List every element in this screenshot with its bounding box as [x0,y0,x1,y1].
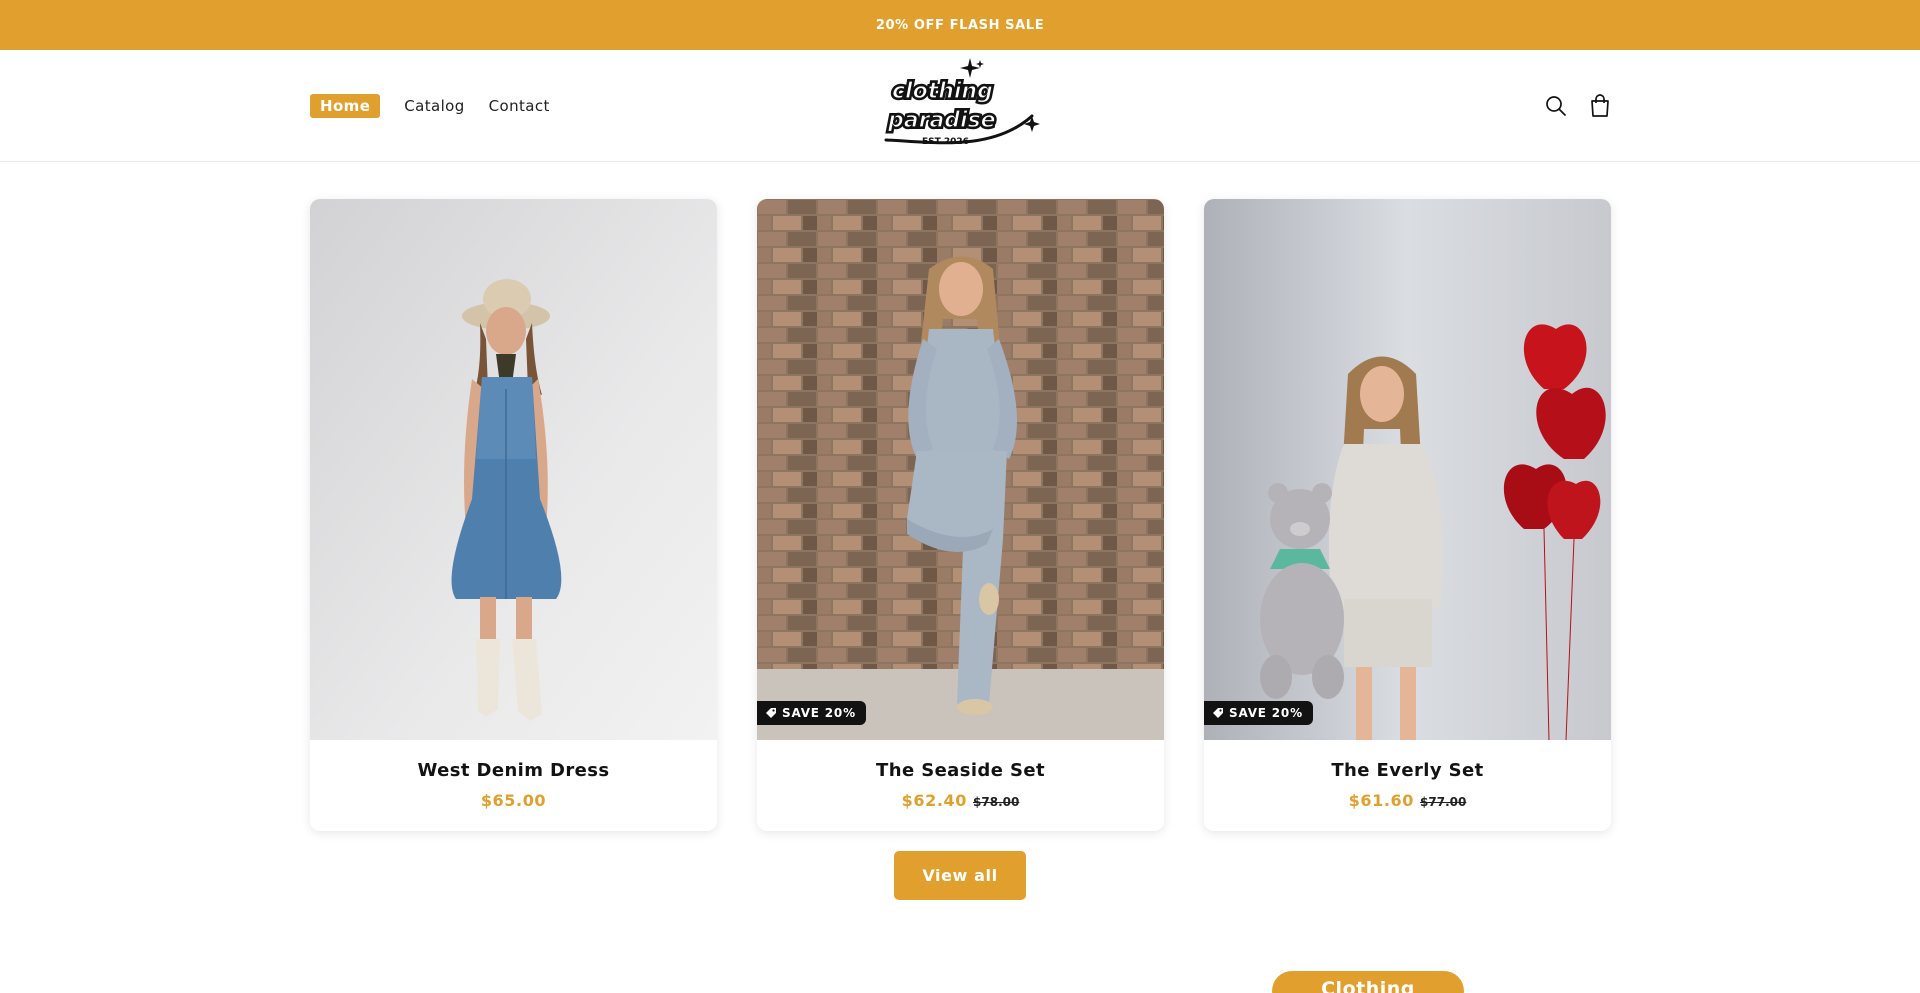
product-info: The Seaside Set $62.40 $78.00 [757,740,1164,831]
product-info: The Everly Set $61.60 $77.00 [1204,740,1611,831]
search-icon[interactable] [1542,92,1570,120]
product-price: $61.60 $77.00 [1204,791,1611,810]
site-header: Home Catalog Contact clothing clothing p… [0,50,1920,162]
main-nav: Home Catalog Contact [310,94,574,118]
store-logo-graphic: clothing clothing paradise paradise EST … [884,58,1040,147]
price-compare: $78.00 [973,795,1020,809]
tag-icon [1213,708,1223,718]
product-card[interactable]: SAVE 20% The Everly Set $61.60 $77.00 [1204,199,1611,831]
announcement-text: 20% OFF FLASH SALE [875,17,1045,33]
view-all-button[interactable]: View all [894,851,1026,900]
product-card[interactable]: SAVE 20% The Seaside Set $62.40 $78.00 [757,199,1164,831]
price-current: $62.40 [901,791,968,810]
product-price: $65.00 [310,791,717,810]
tag-icon [766,708,776,718]
product-title[interactable]: West Denim Dress [310,760,717,781]
sale-badge: SAVE 20% [757,701,866,725]
svg-text:paradise: paradise [887,108,996,133]
product-image[interactable] [1204,199,1611,740]
badge-text: SAVE 20% [1229,706,1303,720]
product-card[interactable]: West Denim Dress $65.00 [310,199,717,831]
product-title[interactable]: The Seaside Set [757,760,1164,781]
product-grid: West Denim Dress $65.00 SAVE 20% The Sea… [310,199,1611,831]
product-image[interactable] [757,199,1164,740]
nav-item-catalog[interactable]: Catalog [404,97,464,115]
price-compare: $77.00 [1420,795,1467,809]
clothing-collection-button[interactable]: Clothing [1272,971,1464,993]
announcement-bar: 20% OFF FLASH SALE [0,0,1920,50]
cart-icon[interactable] [1586,92,1614,120]
store-logo[interactable]: clothing clothing paradise paradise EST … [882,56,1042,150]
product-info: West Denim Dress $65.00 [310,740,717,831]
product-title[interactable]: The Everly Set [1204,760,1611,781]
product-price: $62.40 $78.00 [757,791,1164,810]
logo-line-3: EST 2026 [922,137,969,147]
price-current: $61.60 [1348,791,1415,810]
svg-text:clothing: clothing [892,79,993,104]
header-icons [1542,92,1630,120]
badge-text: SAVE 20% [782,706,856,720]
sale-badge: SAVE 20% [1204,701,1313,725]
price-current: $65.00 [480,791,547,810]
nav-item-home[interactable]: Home [310,94,381,118]
clothing-button-label: Clothing [1321,978,1415,993]
product-image[interactable] [310,199,717,740]
nav-item-contact[interactable]: Contact [489,97,550,115]
